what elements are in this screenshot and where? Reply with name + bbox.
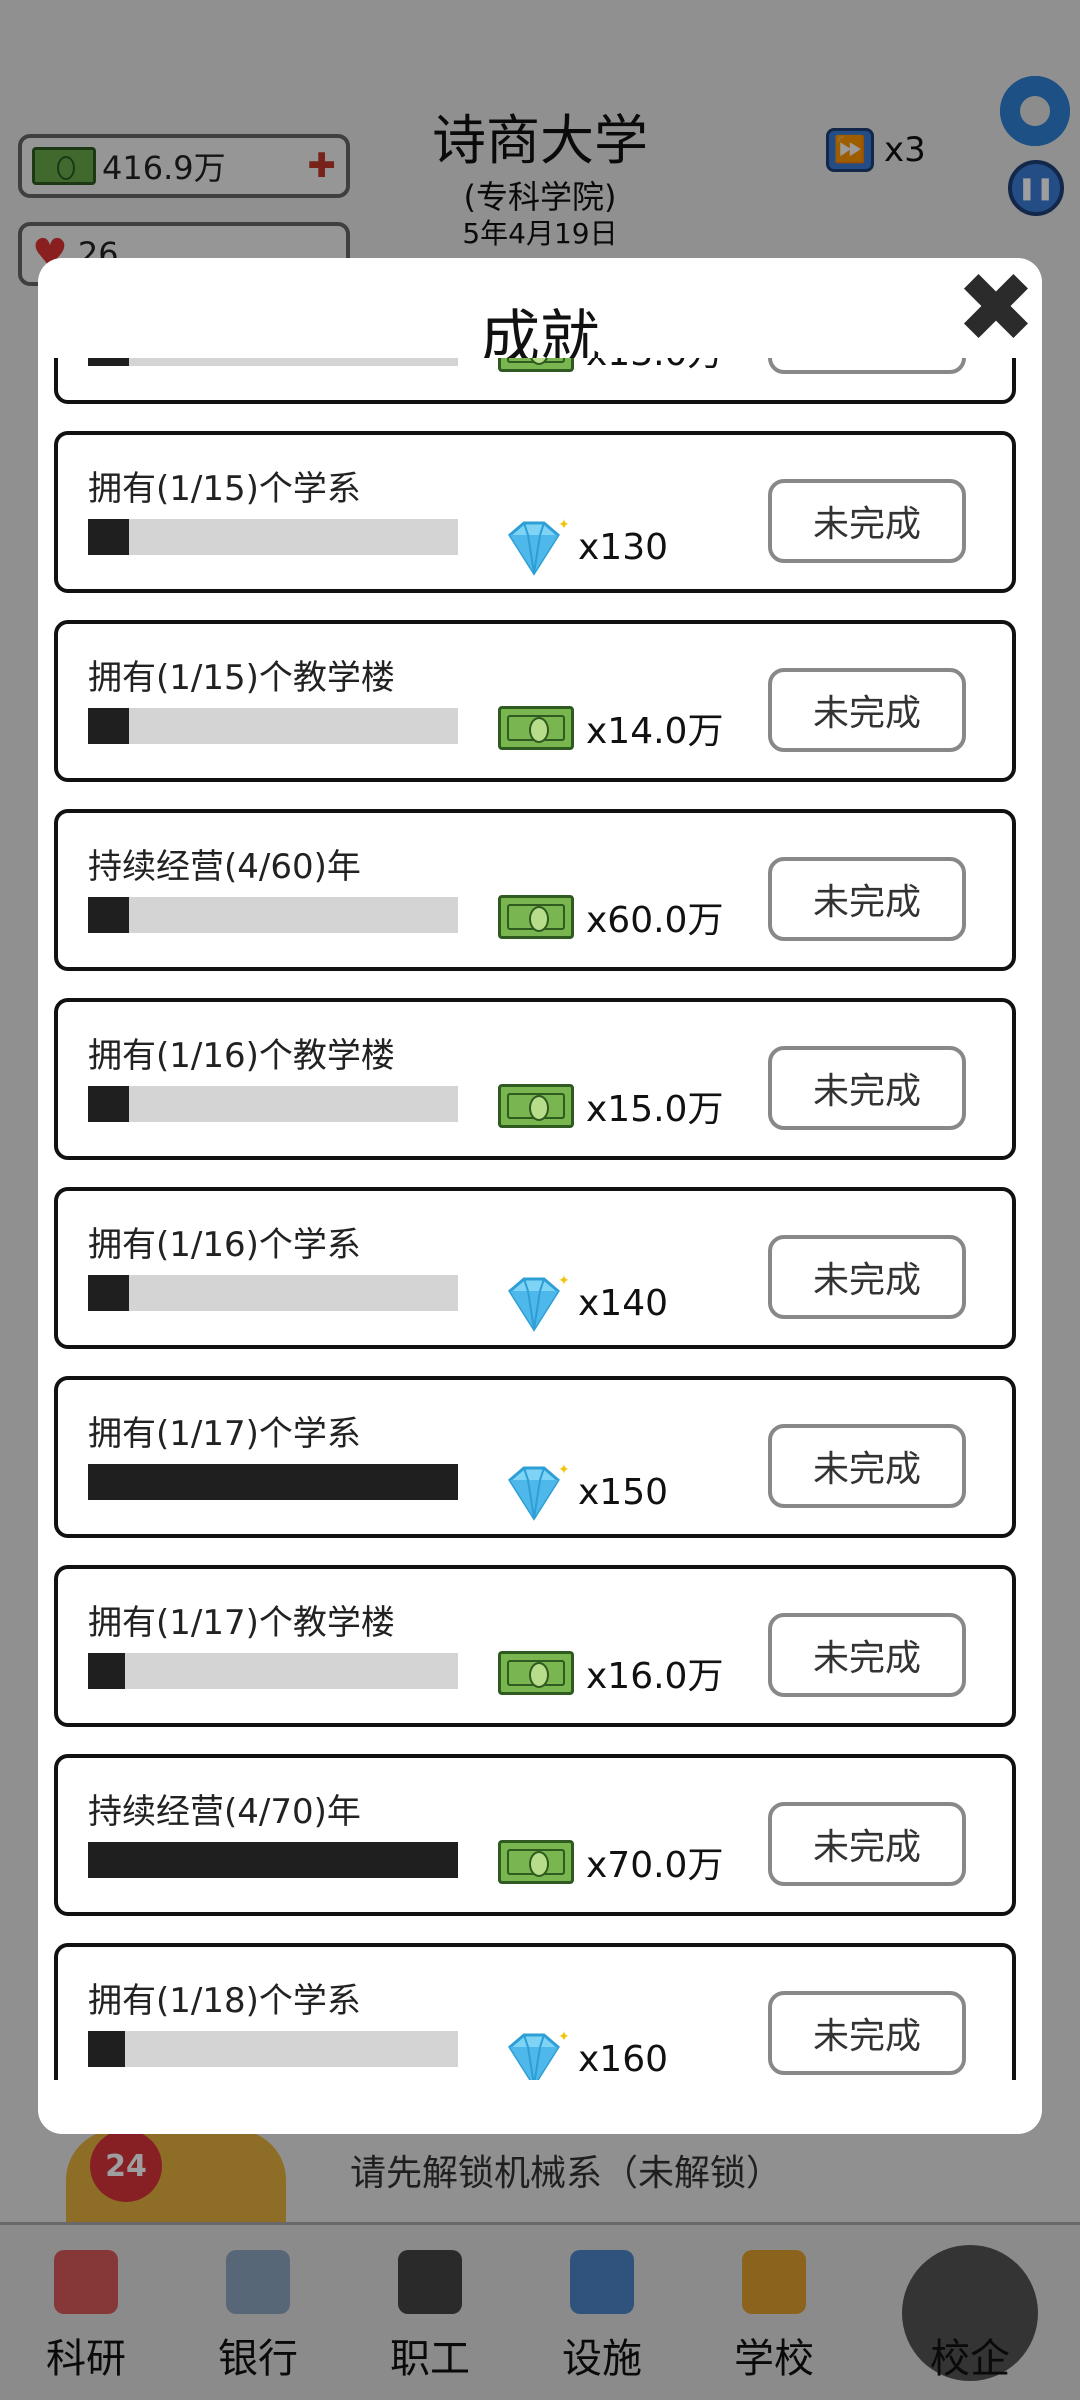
reward: ✦ x140 [498, 1269, 668, 1337]
svg-text:✦: ✦ [558, 517, 570, 533]
reward: ✦ x150 [498, 1458, 668, 1526]
svg-text:✦: ✦ [558, 1273, 570, 1289]
diamond-icon: ✦ [498, 517, 570, 581]
cash-icon [498, 358, 574, 372]
achievement-label: 拥有(1/17)个学系 [88, 1414, 361, 1454]
claim-status-button[interactable]: 未完成 [768, 1424, 966, 1508]
achievement-card: x13.0万 未完成 [54, 358, 1016, 404]
progress-fill [88, 897, 129, 933]
reward-amount: x60.0万 [586, 900, 724, 941]
reward: x16.0万 [498, 1647, 723, 1699]
reward: x14.0万 [498, 702, 723, 754]
achievement-label: 拥有(1/18)个学系 [88, 1981, 361, 2021]
progress-bar [88, 519, 458, 555]
diamond-icon: ✦ [498, 2029, 570, 2080]
diamond-icon: ✦ [498, 1462, 570, 1526]
progress-fill [88, 1275, 129, 1311]
reward: ✦ x160 [498, 2025, 668, 2080]
reward-amount: x130 [578, 526, 669, 568]
claim-status-button[interactable]: 未完成 [768, 857, 966, 941]
reward: x60.0万 [498, 891, 723, 943]
progress-fill [88, 708, 129, 744]
achievement-card: 持续经营(4/70)年 x70.0万 未完成 [54, 1754, 1016, 1916]
progress-fill [88, 1464, 458, 1500]
claim-status-button[interactable]: 未完成 [768, 358, 966, 374]
achievement-card: 拥有(1/15)个教学楼 x14.0万 未完成 [54, 620, 1016, 782]
claim-status-button[interactable]: 未完成 [768, 1991, 966, 2075]
reward-amount: x160 [578, 2038, 669, 2080]
reward-amount: x70.0万 [586, 1845, 724, 1886]
diamond-icon: ✦ [498, 1273, 570, 1337]
achievement-label: 拥有(1/15)个教学楼 [88, 658, 395, 698]
reward: x70.0万 [498, 1836, 723, 1888]
progress-fill [88, 2031, 125, 2067]
cash-icon [498, 706, 574, 750]
achievement-list[interactable]: x13.0万未完成拥有(1/15)个学系✦x130未完成拥有(1/15)个教学楼… [38, 358, 1042, 2080]
reward-amount: x16.0万 [586, 1656, 724, 1697]
claim-status-button[interactable]: 未完成 [768, 668, 966, 752]
achievement-card: 拥有(1/16)个教学楼 x15.0万 未完成 [54, 998, 1016, 1160]
claim-status-button[interactable]: 未完成 [768, 1613, 966, 1697]
progress-bar [88, 1275, 458, 1311]
progress-fill [88, 1086, 129, 1122]
achievement-card: 拥有(1/17)个学系 ✦ x150 未完成 [54, 1376, 1016, 1538]
progress-bar [88, 1086, 458, 1122]
reward: x15.0万 [498, 1080, 723, 1132]
achievement-label: 拥有(1/15)个学系 [88, 469, 361, 509]
achievement-card: 拥有(1/17)个教学楼 x16.0万 未完成 [54, 1565, 1016, 1727]
claim-status-button[interactable]: 未完成 [768, 1046, 966, 1130]
progress-bar [88, 708, 458, 744]
reward-amount: x13.0万 [586, 358, 723, 376]
progress-bar [88, 897, 458, 933]
close-icon[interactable]: ✖ [950, 260, 1042, 356]
claim-status-button[interactable]: 未完成 [768, 1802, 966, 1886]
achievement-card: 拥有(1/15)个学系 ✦ x130 未完成 [54, 431, 1016, 593]
progress-fill [88, 358, 129, 366]
progress-bar [88, 1653, 458, 1689]
progress-bar [88, 1842, 458, 1878]
cash-icon [498, 1651, 574, 1695]
reward-amount: x150 [578, 1471, 669, 1513]
progress-bar [88, 358, 458, 366]
progress-fill [88, 519, 129, 555]
achievement-card: 持续经营(4/60)年 x60.0万 未完成 [54, 809, 1016, 971]
achievement-label: 拥有(1/16)个学系 [88, 1225, 361, 1265]
progress-bar [88, 2031, 458, 2067]
achievement-label: 拥有(1/16)个教学楼 [88, 1036, 395, 1076]
reward-amount: x140 [578, 1282, 669, 1324]
svg-text:✦: ✦ [558, 1462, 570, 1478]
achievements-modal: 成就 ✖ x13.0万未完成拥有(1/15)个学系✦x130未完成拥有(1/15… [38, 258, 1042, 2134]
achievement-card: 拥有(1/18)个学系 ✦ x160 未完成 [54, 1943, 1016, 2080]
progress-bar [88, 1464, 458, 1500]
achievement-label: 持续经营(4/70)年 [88, 1792, 361, 1832]
achievement-label: 持续经营(4/60)年 [88, 847, 361, 887]
reward-amount: x14.0万 [586, 711, 724, 752]
reward: ✦ x130 [498, 513, 668, 581]
claim-status-button[interactable]: 未完成 [768, 1235, 966, 1319]
claim-status-button[interactable]: 未完成 [768, 479, 966, 563]
reward: x13.0万 [498, 358, 723, 376]
cash-icon [498, 1084, 574, 1128]
achievement-label: 拥有(1/17)个教学楼 [88, 1603, 395, 1643]
cash-icon [498, 895, 574, 939]
achievement-card: 拥有(1/16)个学系 ✦ x140 未完成 [54, 1187, 1016, 1349]
cash-icon [498, 1840, 574, 1884]
progress-fill [88, 1842, 458, 1878]
progress-fill [88, 1653, 125, 1689]
svg-text:✦: ✦ [558, 2029, 570, 2045]
reward-amount: x15.0万 [586, 1089, 724, 1130]
